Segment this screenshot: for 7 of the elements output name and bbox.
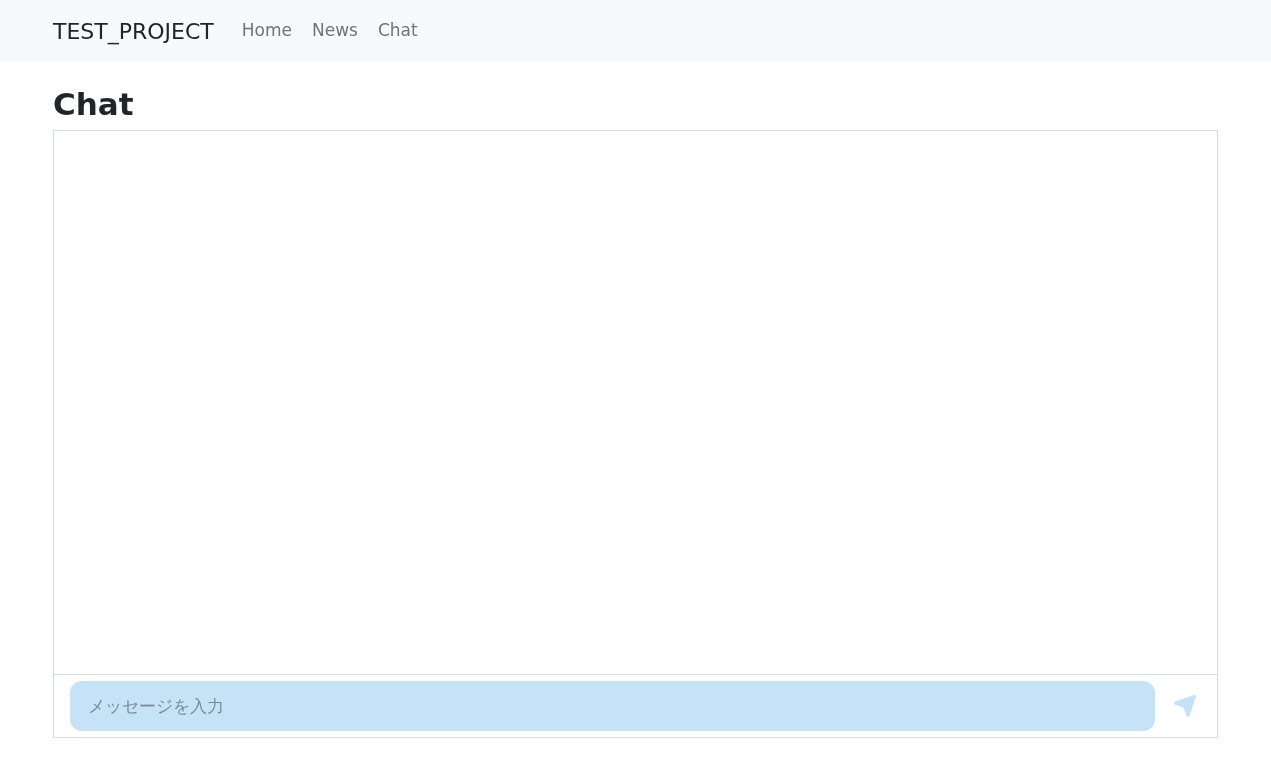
nav-link[interactable]: Chat xyxy=(377,18,418,44)
send-icon xyxy=(1173,694,1197,718)
message-input[interactable]: メッセージを入力 xyxy=(70,681,1155,731)
nav-link[interactable]: News xyxy=(312,18,358,44)
nav-link[interactable]: Home xyxy=(241,18,292,44)
brand-link[interactable]: TEST_PROJECT xyxy=(53,14,214,48)
page-title: Chat xyxy=(53,85,135,124)
